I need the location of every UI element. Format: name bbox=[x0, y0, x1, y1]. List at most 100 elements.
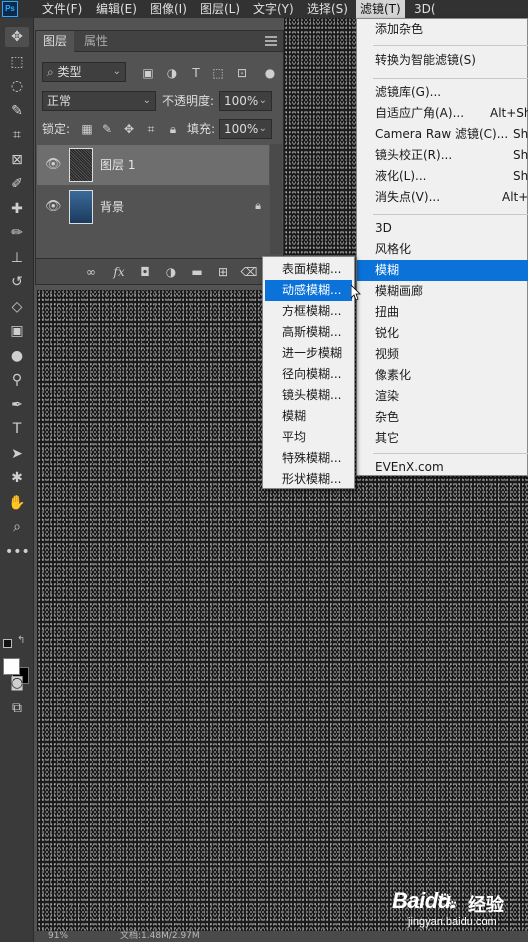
submenu-item-motion-blur[interactable]: 动感模糊... bbox=[265, 280, 352, 301]
brush-tool-icon[interactable]: ✏ bbox=[5, 223, 29, 243]
eye-icon[interactable]: 👁︎ bbox=[45, 157, 62, 173]
menu-item-stylize[interactable]: 风格化 bbox=[357, 239, 528, 260]
menu-item-video[interactable]: 视频 bbox=[357, 344, 528, 365]
tab-properties[interactable]: 属性 bbox=[77, 31, 115, 52]
menu-layer[interactable]: 图层(L) bbox=[200, 0, 240, 18]
menu-item-add-noise[interactable]: 添加杂色 bbox=[357, 19, 528, 40]
marquee-tool-icon[interactable]: ⬚ bbox=[5, 52, 29, 72]
gradient-tool-icon[interactable]: ▣ bbox=[5, 321, 29, 341]
adjustment-layer-icon[interactable]: ◑ bbox=[162, 263, 180, 281]
lock-artboard-icon[interactable]: ⌗ bbox=[143, 119, 159, 139]
submenu-item-shape-blur[interactable]: 形状模糊... bbox=[265, 469, 352, 490]
eraser-tool-icon[interactable]: ◇ bbox=[5, 297, 29, 317]
menu-item-other[interactable]: 其它 bbox=[357, 428, 528, 449]
default-colors-icon[interactable] bbox=[3, 639, 12, 648]
menu-item-liquify[interactable]: 液化(L)... Shi bbox=[357, 166, 528, 187]
hand-tool-icon[interactable]: ✋ bbox=[5, 493, 29, 513]
history-brush-tool-icon[interactable]: ↺ bbox=[5, 272, 29, 292]
menu-item-distort[interactable]: 扭曲 bbox=[357, 302, 528, 323]
type-tool-icon[interactable]: T bbox=[5, 419, 29, 439]
more-tools-icon[interactable]: ••• bbox=[5, 542, 30, 562]
panel-menu-icon[interactable] bbox=[265, 36, 277, 46]
submenu-item-smart-blur[interactable]: 特殊模糊... bbox=[265, 448, 352, 469]
swap-colors-icon[interactable]: ↰ bbox=[17, 635, 25, 646]
menu-select[interactable]: 选择(S) bbox=[307, 0, 348, 18]
menu-item-noise[interactable]: 杂色 bbox=[357, 407, 528, 428]
pen-tool-icon[interactable]: ✒ bbox=[5, 395, 29, 415]
menu-item-pixelate[interactable]: 像素化 bbox=[357, 365, 528, 386]
lock-transparent-icon[interactable]: ▦ bbox=[79, 119, 95, 139]
smart-object-filter-icon[interactable]: ⊡ bbox=[234, 63, 250, 83]
menu-item-render[interactable]: 渲染 bbox=[357, 386, 528, 407]
submenu-item-average[interactable]: 平均 bbox=[265, 427, 352, 448]
menu-edit[interactable]: 编辑(E) bbox=[96, 0, 137, 18]
menu-filter[interactable]: 滤镜(T) bbox=[356, 0, 405, 18]
menu-file[interactable]: 文件(F) bbox=[42, 0, 82, 18]
menu-item-adaptive-wide-angle[interactable]: 自适应广角(A)... Alt+Shi bbox=[357, 103, 528, 124]
fill-field[interactable]: 100% ⌄ bbox=[219, 119, 272, 139]
type-filter-icon[interactable]: T bbox=[188, 63, 204, 83]
filter-kind-select[interactable]: ⌕ 类型 ⌄ bbox=[42, 62, 126, 82]
menu-item-3d[interactable]: 3D bbox=[357, 218, 528, 239]
move-tool-icon[interactable]: ✥ bbox=[5, 27, 29, 47]
new-layer-icon[interactable]: ⊞ bbox=[214, 263, 232, 281]
trash-icon[interactable]: ⌫ bbox=[240, 263, 258, 281]
submenu-item-blur-more[interactable]: 进一步模糊 bbox=[265, 343, 352, 364]
crop-tool-icon[interactable]: ⌗ bbox=[5, 125, 29, 145]
healing-brush-tool-icon[interactable]: ✚ bbox=[5, 199, 29, 219]
clone-stamp-tool-icon[interactable]: ⊥ bbox=[5, 248, 29, 268]
filter-toggle-icon[interactable]: ● bbox=[262, 63, 278, 83]
menu-item-filter-gallery[interactable]: 滤镜库(G)... bbox=[357, 82, 528, 103]
new-group-icon[interactable]: ▬ bbox=[188, 263, 206, 281]
submenu-item-surface-blur[interactable]: 表面模糊... bbox=[265, 259, 352, 280]
submenu-item-blur[interactable]: 模糊 bbox=[265, 406, 352, 427]
blur-tool-icon[interactable]: ● bbox=[5, 346, 29, 366]
menu-item-blur-gallery[interactable]: 模糊画廊 bbox=[357, 281, 528, 302]
lasso-tool-icon[interactable]: ◌ bbox=[5, 76, 29, 96]
menu-item-blur[interactable]: 模糊 bbox=[357, 260, 528, 281]
menu-item-convert-smart-filter[interactable]: 转换为智能滤镜(S) bbox=[357, 50, 528, 71]
opacity-label: 不透明度: bbox=[162, 94, 215, 108]
zoom-level[interactable]: 91% bbox=[48, 931, 68, 942]
menu-3d[interactable]: 3D( bbox=[414, 0, 436, 18]
submenu-item-box-blur[interactable]: 方框模糊... bbox=[265, 301, 352, 322]
menu-item-evenx[interactable]: EVEnX.com bbox=[357, 457, 528, 478]
fx-icon[interactable]: fx bbox=[110, 263, 128, 281]
blend-mode-select[interactable]: 正常 ⌄ bbox=[42, 91, 156, 111]
quick-mask-icon[interactable]: ◙ bbox=[5, 673, 29, 693]
lock-all-icon[interactable]: 🔒︎ bbox=[165, 119, 181, 139]
eye-icon[interactable]: 👁︎ bbox=[45, 199, 62, 215]
menu-item-vanishing-point[interactable]: 消失点(V)... Alt+ bbox=[357, 187, 528, 208]
path-select-tool-icon[interactable]: ➤ bbox=[5, 444, 29, 464]
menu-item-lens-correction[interactable]: 镜头校正(R)... Shi bbox=[357, 145, 528, 166]
lock-image-icon[interactable]: ✎ bbox=[99, 119, 115, 139]
document-canvas-top[interactable] bbox=[284, 18, 356, 255]
dodge-tool-icon[interactable]: ⚲ bbox=[5, 370, 29, 390]
menu-image[interactable]: 图像(I) bbox=[150, 0, 187, 18]
lock-label: 锁定: bbox=[42, 122, 71, 136]
menu-item-sharpen[interactable]: 锐化 bbox=[357, 323, 528, 344]
layer-row-layer1[interactable]: 👁︎ 图层 1 bbox=[37, 145, 269, 185]
menu-item-camera-raw[interactable]: Camera Raw 滤镜(C)... Shi bbox=[357, 124, 528, 145]
add-mask-icon[interactable]: ◘ bbox=[136, 263, 154, 281]
opacity-field[interactable]: 100% ⌄ bbox=[219, 91, 272, 111]
shape-tool-icon[interactable]: ✱ bbox=[5, 468, 29, 488]
shape-filter-icon[interactable]: ⬚ bbox=[210, 63, 226, 83]
eyedropper-tool-icon[interactable]: ✐ bbox=[5, 174, 29, 194]
link-layers-icon[interactable]: ∞ bbox=[82, 263, 100, 281]
quick-select-tool-icon[interactable]: ✎ bbox=[5, 101, 29, 121]
menu-type[interactable]: 文字(Y) bbox=[253, 0, 294, 18]
layer-row-background[interactable]: 👁︎ 背景 🔒︎ bbox=[37, 187, 269, 227]
zoom-tool-icon[interactable]: ⌕ bbox=[5, 517, 29, 537]
submenu-item-radial-blur[interactable]: 径向模糊... bbox=[265, 364, 352, 385]
frame-tool-icon[interactable]: ⊠ bbox=[5, 150, 29, 170]
screen-mode-icon[interactable]: ⧉ bbox=[5, 698, 29, 718]
photoshop-logo[interactable]: Ps bbox=[2, 1, 18, 17]
tab-layers[interactable]: 图层 bbox=[36, 31, 75, 52]
submenu-item-gaussian-blur[interactable]: 高斯模糊... bbox=[265, 322, 352, 343]
layers-scrollbar[interactable] bbox=[270, 144, 282, 254]
pixel-filter-icon[interactable]: ▣ bbox=[140, 63, 156, 83]
adjustment-filter-icon[interactable]: ◑ bbox=[164, 63, 180, 83]
lock-position-icon[interactable]: ✥ bbox=[121, 119, 137, 139]
submenu-item-lens-blur[interactable]: 镜头模糊... bbox=[265, 385, 352, 406]
